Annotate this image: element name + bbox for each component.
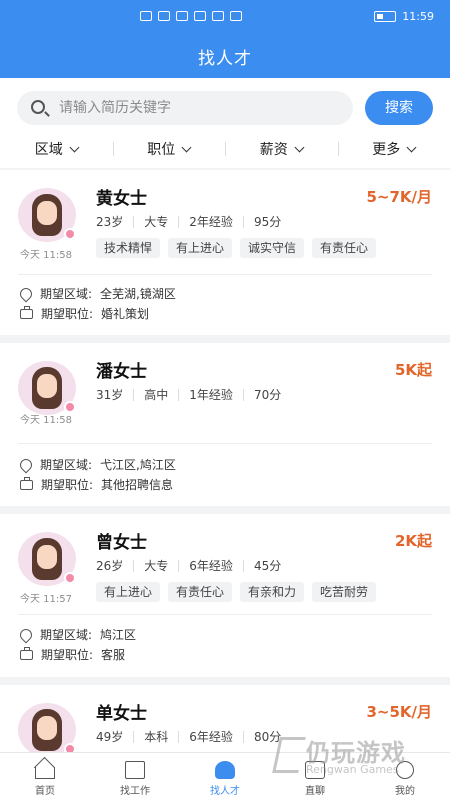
filter-position[interactable]: 职位 — [112, 134, 226, 164]
candidate-meta: 23岁 大专 2年经验 95分 — [96, 216, 291, 228]
avatar — [18, 361, 76, 415]
briefcase-icon — [20, 646, 33, 660]
candidate-meta: 26岁 大专 6年经验 45分 — [96, 560, 291, 572]
search-button[interactable]: 搜索 — [365, 91, 433, 125]
candidate-meta: 49岁 本科 6年经验 80分 — [96, 731, 291, 743]
expected-position: 期望职位: 客服 — [20, 646, 125, 663]
tag: 有责任心 — [168, 582, 233, 602]
wifi-icon — [176, 11, 188, 21]
age: 23岁 — [96, 215, 124, 229]
briefcase-icon — [125, 761, 145, 779]
age: 26岁 — [96, 559, 124, 573]
candidate-meta: 31岁 高中 1年经验 70分 — [96, 389, 291, 401]
badge-icon — [64, 743, 76, 752]
notification-icon — [194, 11, 206, 21]
divider — [18, 274, 432, 275]
talent-icon — [215, 761, 235, 779]
search-area: 搜索 区域 职位 薪资 更多 — [0, 78, 450, 168]
education: 大专 — [133, 560, 178, 572]
expected-area: 期望区域: 全芜湖,镜湖区 — [17, 285, 176, 302]
experience: 2年经验 — [178, 216, 243, 228]
avatar — [18, 532, 76, 586]
filter-region[interactable]: 区域 — [0, 134, 113, 164]
expected-position: 期望职位: 其他招聘信息 — [20, 476, 173, 493]
avatar — [18, 188, 76, 242]
nav-find-job[interactable]: 找工作 — [90, 753, 180, 800]
search-input[interactable] — [59, 91, 339, 125]
battery-icon — [374, 11, 397, 22]
watermark: 仍玩游戏 Rengwan Games — [272, 733, 446, 783]
signal-icon — [158, 11, 170, 21]
score: 70分 — [242, 389, 291, 401]
status-bar: 11:59 — [0, 9, 450, 29]
age: 31岁 — [96, 388, 124, 402]
divider — [18, 614, 432, 615]
salary: 5K起 — [394, 361, 432, 379]
app-icon — [212, 11, 224, 21]
badge-icon — [64, 572, 76, 584]
status-icons — [140, 11, 242, 21]
search-box[interactable] — [17, 91, 353, 125]
search-icon — [31, 100, 45, 114]
tag: 有亲和力 — [240, 582, 305, 602]
hd-icon — [140, 11, 152, 21]
tag: 吃苦耐劳 — [312, 582, 377, 602]
badge-icon — [64, 228, 76, 240]
tag: 有上进心 — [168, 238, 233, 258]
candidate-name: 黄女士 — [96, 189, 147, 209]
divider — [18, 443, 432, 444]
experience: 6年经验 — [178, 731, 243, 743]
education: 本科 — [133, 731, 178, 743]
chevron-down-icon — [181, 142, 192, 152]
avatar — [18, 703, 76, 752]
post-time: 今天 11:58 — [20, 250, 72, 261]
candidate-card[interactable]: 今天 11:58 黄女士 5~7K/月 23岁 大专 2年经验 95分 技术精悍… — [0, 170, 450, 335]
tag-list: 有上进心 有责任心 有亲和力 吃苦耐劳 — [96, 582, 377, 602]
tag: 有上进心 — [96, 582, 161, 602]
candidate-card[interactable]: 今天 11:57 曾女士 2K起 26岁 大专 6年经验 45分 有上进心 有责… — [0, 514, 450, 677]
score: 95分 — [242, 216, 291, 228]
salary: 2K起 — [394, 532, 432, 550]
chevron-down-icon — [69, 142, 80, 152]
nav-find-talent[interactable]: 找人才 — [180, 753, 270, 800]
status-time: 11:59 — [402, 10, 434, 23]
education: 大专 — [133, 216, 178, 228]
briefcase-icon — [20, 305, 33, 319]
tag: 技术精悍 — [96, 238, 161, 258]
post-time: 今天 11:58 — [20, 415, 72, 426]
location-pin-icon — [17, 285, 35, 302]
salary: 5~7K/月 — [366, 188, 432, 206]
tag: 有责任心 — [312, 238, 377, 258]
filter-salary[interactable]: 薪资 — [225, 134, 338, 164]
page-title: 找人才 — [198, 49, 252, 69]
candidate-name: 曾女士 — [96, 533, 147, 553]
candidate-name: 潘女士 — [96, 362, 147, 382]
chevron-down-icon — [406, 142, 417, 152]
age: 49岁 — [96, 730, 124, 744]
nav-home[interactable]: 首页 — [0, 753, 90, 800]
experience: 6年经验 — [178, 560, 243, 572]
briefcase-icon — [20, 476, 33, 490]
watermark-logo-icon — [272, 737, 306, 773]
message-icon — [230, 11, 242, 21]
location-pin-icon — [17, 456, 35, 473]
salary: 3~5K/月 — [366, 703, 432, 721]
expected-area: 期望区域: 弋江区,鸠江区 — [17, 456, 176, 473]
score: 45分 — [242, 560, 291, 572]
tag-list: 技术精悍 有上进心 诚实守信 有责任心 — [96, 238, 377, 258]
chevron-down-icon — [294, 142, 305, 152]
candidate-card[interactable]: 今天 11:58 潘女士 5K起 31岁 高中 1年经验 70分 期望区域: 弋… — [0, 343, 450, 506]
top-bar: 11:59 找人才 — [0, 0, 450, 78]
expected-position: 期望职位: 婚礼策划 — [20, 305, 149, 322]
location-pin-icon — [17, 626, 35, 643]
candidate-name: 单女士 — [96, 704, 147, 724]
education: 高中 — [133, 389, 178, 401]
post-time: 今天 11:57 — [20, 594, 72, 605]
expected-area: 期望区域: 鸠江区 — [17, 626, 136, 643]
home-icon — [35, 767, 55, 779]
experience: 1年经验 — [178, 389, 243, 401]
filter-more[interactable]: 更多 — [337, 134, 450, 164]
filter-bar: 区域 职位 薪资 更多 — [0, 134, 450, 164]
tag: 诚实守信 — [240, 238, 305, 258]
